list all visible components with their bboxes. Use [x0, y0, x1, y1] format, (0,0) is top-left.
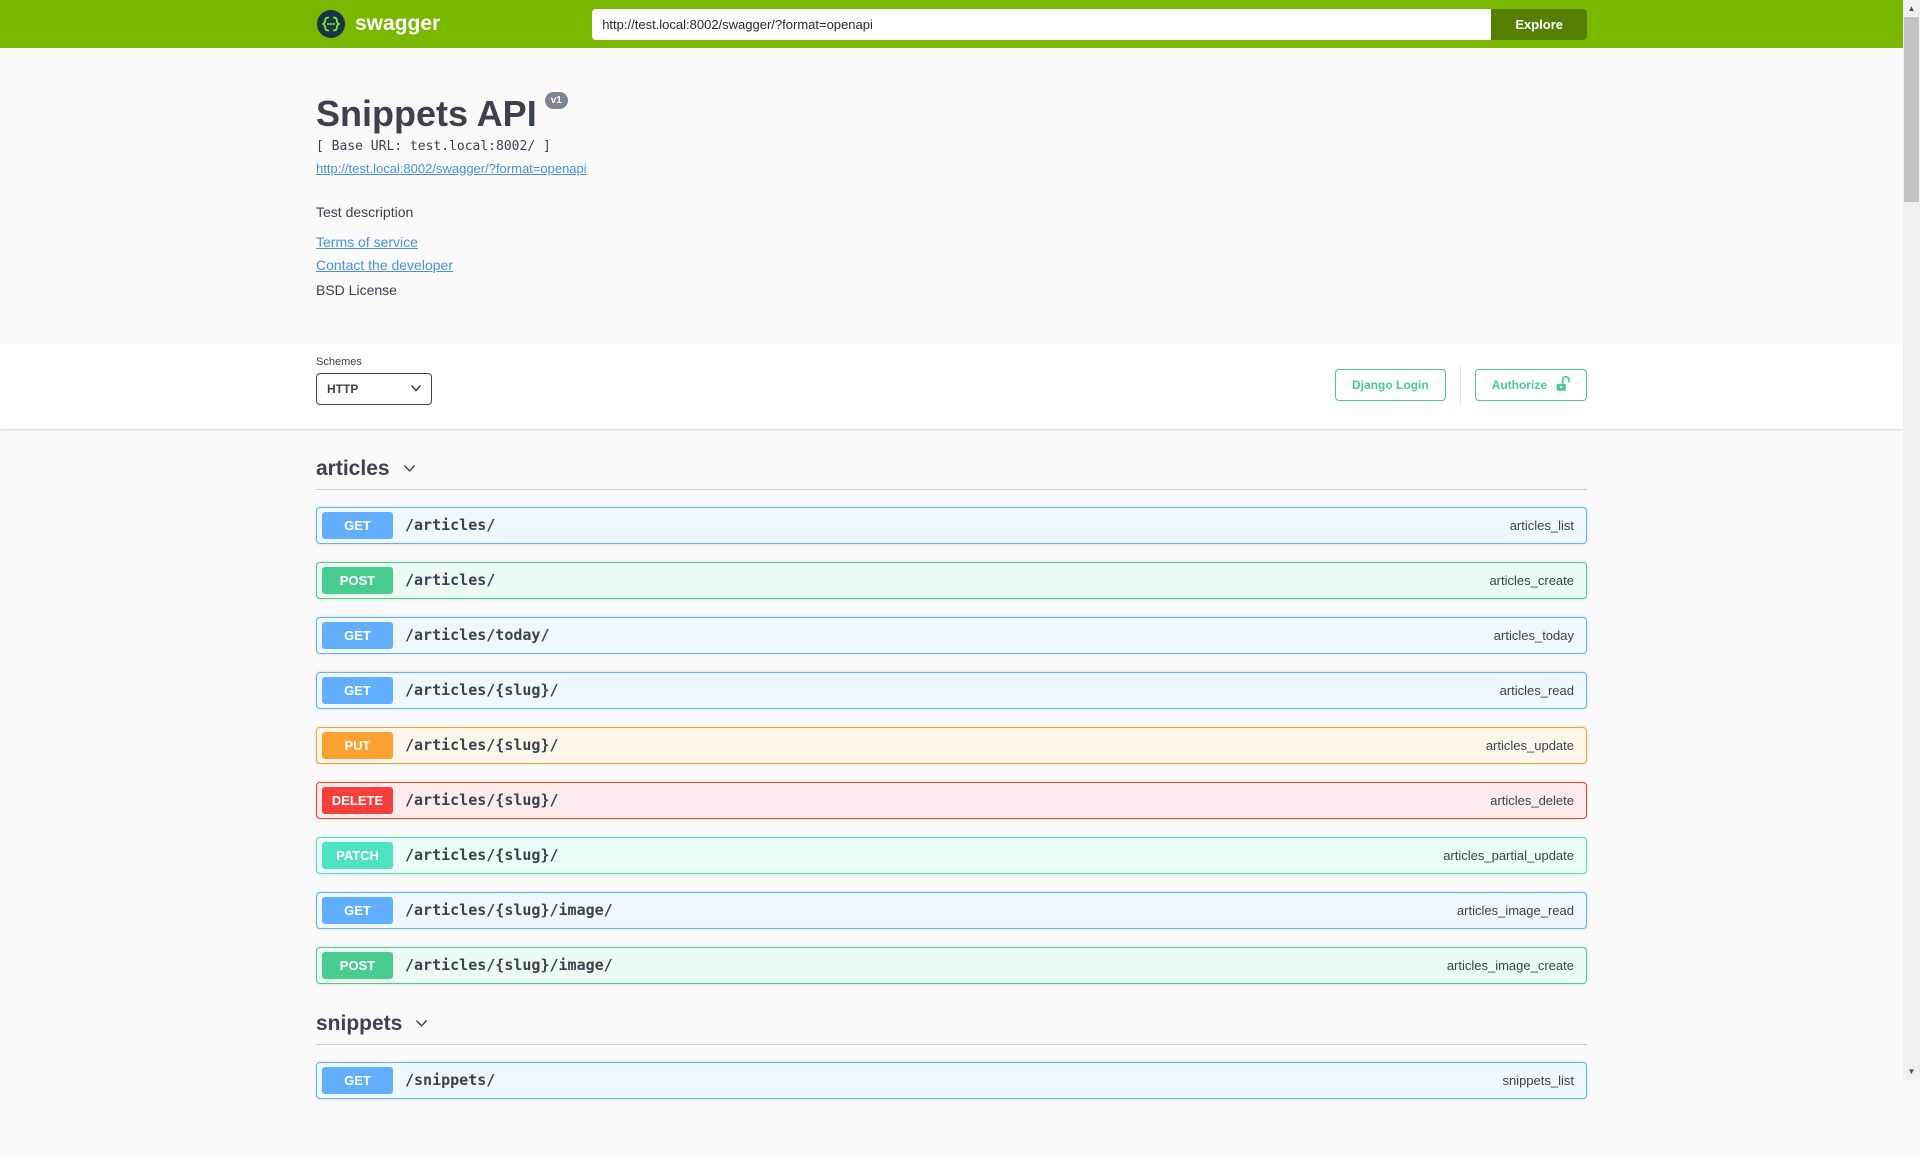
- schemes-select[interactable]: HTTP: [316, 372, 432, 405]
- schemes-selected-value: HTTP: [327, 381, 359, 396]
- tag-name: snippets: [316, 1011, 403, 1035]
- authorize-button[interactable]: Authorize: [1474, 368, 1587, 401]
- schemes-group: Schemes HTTP: [316, 356, 432, 405]
- scrollbar-up-arrow-icon[interactable]: ▲: [1903, 0, 1920, 17]
- scrollbar-thumb[interactable]: [1904, 17, 1919, 202]
- auth-area: Django Login Authorize: [1335, 364, 1587, 405]
- method-badge: GET: [322, 511, 393, 539]
- unlock-icon: [1556, 376, 1570, 393]
- chevron-down-icon: [413, 1015, 430, 1032]
- chevron-down-icon: [411, 385, 421, 392]
- api-info-section: Snippets API v1 [ Base URL: test.local:80…: [0, 48, 1903, 344]
- chevron-down-icon: [401, 460, 418, 477]
- spec-link[interactable]: http://test.local:8002/swagger/?format=o…: [316, 161, 587, 176]
- swagger-ui-page: swagger Explore Snippets API v1 [ Base UR…: [0, 0, 1903, 1157]
- operation-path: /articles/{slug}/: [405, 846, 559, 865]
- opblock-articles_delete[interactable]: DELETE/articles/{slug}/ articles_delete: [316, 781, 1587, 819]
- operation-id: articles_today: [1493, 627, 1574, 643]
- method-badge: DELETE: [322, 786, 393, 814]
- tag-header-articles[interactable]: articles: [316, 449, 1587, 490]
- operation-path: /articles/{slug}/: [405, 736, 559, 755]
- opblock-articles_list[interactable]: GET/articles/articles_list: [316, 506, 1587, 544]
- operation-id: articles_delete: [1490, 792, 1574, 808]
- api-description: Test description: [316, 203, 414, 220]
- opblock-articles_image_read[interactable]: GET/articles/{slug}/image/articles_image…: [316, 891, 1587, 929]
- explore-button[interactable]: Explore: [1491, 8, 1587, 40]
- opblock-articles_create[interactable]: POST/articles/articles_create: [316, 561, 1587, 599]
- page-title: Snippets API v1: [316, 92, 1587, 134]
- method-badge: PATCH: [322, 841, 393, 869]
- operation-id: articles_create: [1489, 572, 1574, 588]
- method-badge: POST: [322, 951, 393, 979]
- auth-separator: [1459, 364, 1461, 405]
- operation-id: snippets_list: [1502, 1072, 1574, 1088]
- method-badge: POST: [322, 566, 393, 594]
- operation-path: /snippets/: [405, 1071, 496, 1090]
- operation-id: articles_partial_update: [1443, 847, 1574, 863]
- operation-id: articles_update: [1485, 737, 1574, 753]
- spec-url-input[interactable]: [592, 8, 1492, 40]
- method-badge: GET: [322, 676, 393, 704]
- operation-path: /articles/{slug}/image/: [405, 956, 613, 975]
- operation-id: articles_read: [1499, 682, 1574, 698]
- schemes-label: Schemes: [316, 355, 362, 368]
- opblock-articles_partial_update[interactable]: PATCH/articles/{slug}/ articles_partial_u…: [316, 836, 1587, 874]
- contact-developer-link[interactable]: Contact the developer: [316, 257, 453, 273]
- opblock-articles_read[interactable]: GET/articles/{slug}/ articles_read: [316, 671, 1587, 709]
- tag-header-snippets[interactable]: snippets: [316, 1004, 1587, 1045]
- opblock-articles_update[interactable]: PUT/articles/{slug}/ articles_update: [316, 726, 1587, 764]
- base-url: [ Base URL: test.local:8002/ ]: [316, 138, 551, 154]
- operation-path: /articles/today/: [405, 626, 550, 645]
- opblock-articles_today[interactable]: GET/articles/today/articles_today: [316, 616, 1587, 654]
- tag-name: articles: [316, 456, 390, 480]
- method-badge: PUT: [322, 731, 393, 759]
- license-label: BSD License: [316, 281, 397, 298]
- operations-sections: articles GET/articles/articles_list POST/a…: [316, 449, 1587, 1157]
- swagger-logo-text: swagger: [355, 12, 441, 35]
- authorize-label: Authorize: [1491, 377, 1547, 392]
- opblock-snippets_list[interactable]: GET/snippets/snippets_list: [316, 1061, 1587, 1099]
- terms-of-service-link[interactable]: Terms of service: [316, 234, 418, 250]
- swagger-logo-icon: [316, 9, 346, 39]
- topbar: swagger Explore: [0, 0, 1903, 48]
- tag-section-snippets: snippets GET/snippets/snippets_list: [316, 1004, 1587, 1099]
- swagger-logo-link[interactable]: swagger: [316, 9, 440, 39]
- scheme-container: Schemes HTTP Django Login Authorize: [0, 343, 1903, 429]
- operation-id: articles_image_read: [1456, 902, 1574, 918]
- api-title-text: Snippets API: [316, 93, 537, 134]
- operation-path: /articles/{slug}/image/: [405, 901, 613, 920]
- vertical-scrollbar: ▲ ▼: [1903, 0, 1920, 1080]
- method-badge: GET: [322, 896, 393, 924]
- download-url-form: Explore: [592, 8, 1587, 40]
- operation-path: /articles/{slug}/: [405, 791, 559, 810]
- method-badge: GET: [322, 1066, 393, 1094]
- opblock-articles_image_create[interactable]: POST/articles/{slug}/image/articles_imag…: [316, 946, 1587, 984]
- operation-id: articles_list: [1509, 517, 1574, 533]
- operation-id: articles_image_create: [1446, 957, 1574, 973]
- version-badge: v1: [544, 92, 568, 109]
- operation-path: /articles/{slug}/: [405, 681, 559, 700]
- scrollbar-down-arrow-icon[interactable]: ▼: [1903, 1063, 1920, 1080]
- tag-section-articles: articles GET/articles/articles_list POST/a…: [316, 449, 1587, 984]
- method-badge: GET: [322, 621, 393, 649]
- operation-path: /articles/: [405, 516, 496, 535]
- operation-path: /articles/: [405, 571, 496, 590]
- django-login-button[interactable]: Django Login: [1335, 368, 1446, 401]
